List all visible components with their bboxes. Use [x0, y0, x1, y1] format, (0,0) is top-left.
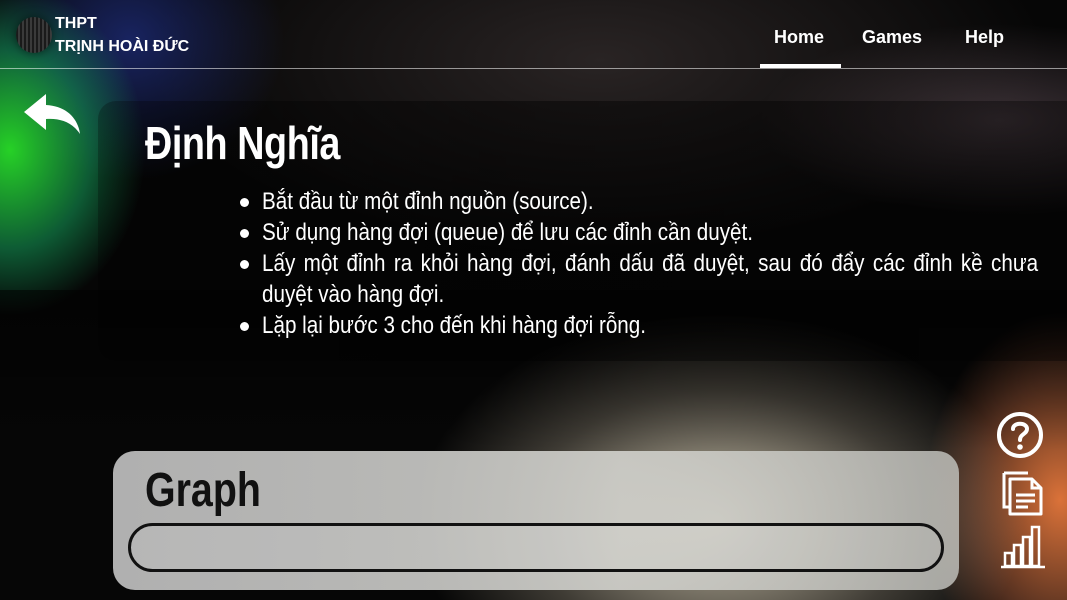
question-circle-icon[interactable] [996, 411, 1044, 459]
back-arrow-icon[interactable] [22, 92, 82, 136]
list-item: Lặp lại bước 3 cho đến khi hàng đợi rỗng… [238, 310, 1040, 341]
definition-list: Bắt đầu từ một đỉnh nguồn (source). Sử d… [238, 186, 1040, 341]
nav-home[interactable]: Home [774, 27, 824, 48]
graph-input-bar[interactable] [128, 523, 944, 572]
nav-active-indicator [760, 64, 841, 68]
documents-icon[interactable] [1000, 467, 1044, 517]
list-item-text: Lặp lại bước 3 cho đến khi hàng đợi rỗng… [262, 312, 646, 339]
list-item-text: Bắt đầu từ một đỉnh nguồn (source). [262, 188, 594, 215]
bar-chart-icon[interactable] [1000, 523, 1046, 569]
graph-title: Graph [145, 464, 261, 517]
graph-card: Graph [113, 451, 959, 590]
list-item: Sử dụng hàng đợi (queue) để lưu các đỉnh… [238, 217, 1040, 248]
list-item: Bắt đầu từ một đỉnh nguồn (source). [238, 186, 1040, 217]
school-name-line2: TRỊNH HOÀI ĐỨC [55, 38, 190, 55]
list-item-text: Sử dụng hàng đợi (queue) để lưu các đỉnh… [262, 219, 753, 246]
nav-help[interactable]: Help [965, 27, 1004, 48]
school-logo [16, 17, 52, 53]
page-title: Định Nghĩa [145, 117, 340, 169]
list-item: Lấy một đỉnh ra khỏi hàng đợi, đánh dấu … [238, 248, 1040, 310]
list-item-text: Lấy một đỉnh ra khỏi hàng đợi, đánh dấu … [262, 250, 1039, 308]
top-header: THPT TRỊNH HOÀI ĐỨC Home Games Help [0, 0, 1067, 69]
school-name-line1: THPT [55, 15, 97, 32]
nav-games[interactable]: Games [862, 27, 922, 48]
